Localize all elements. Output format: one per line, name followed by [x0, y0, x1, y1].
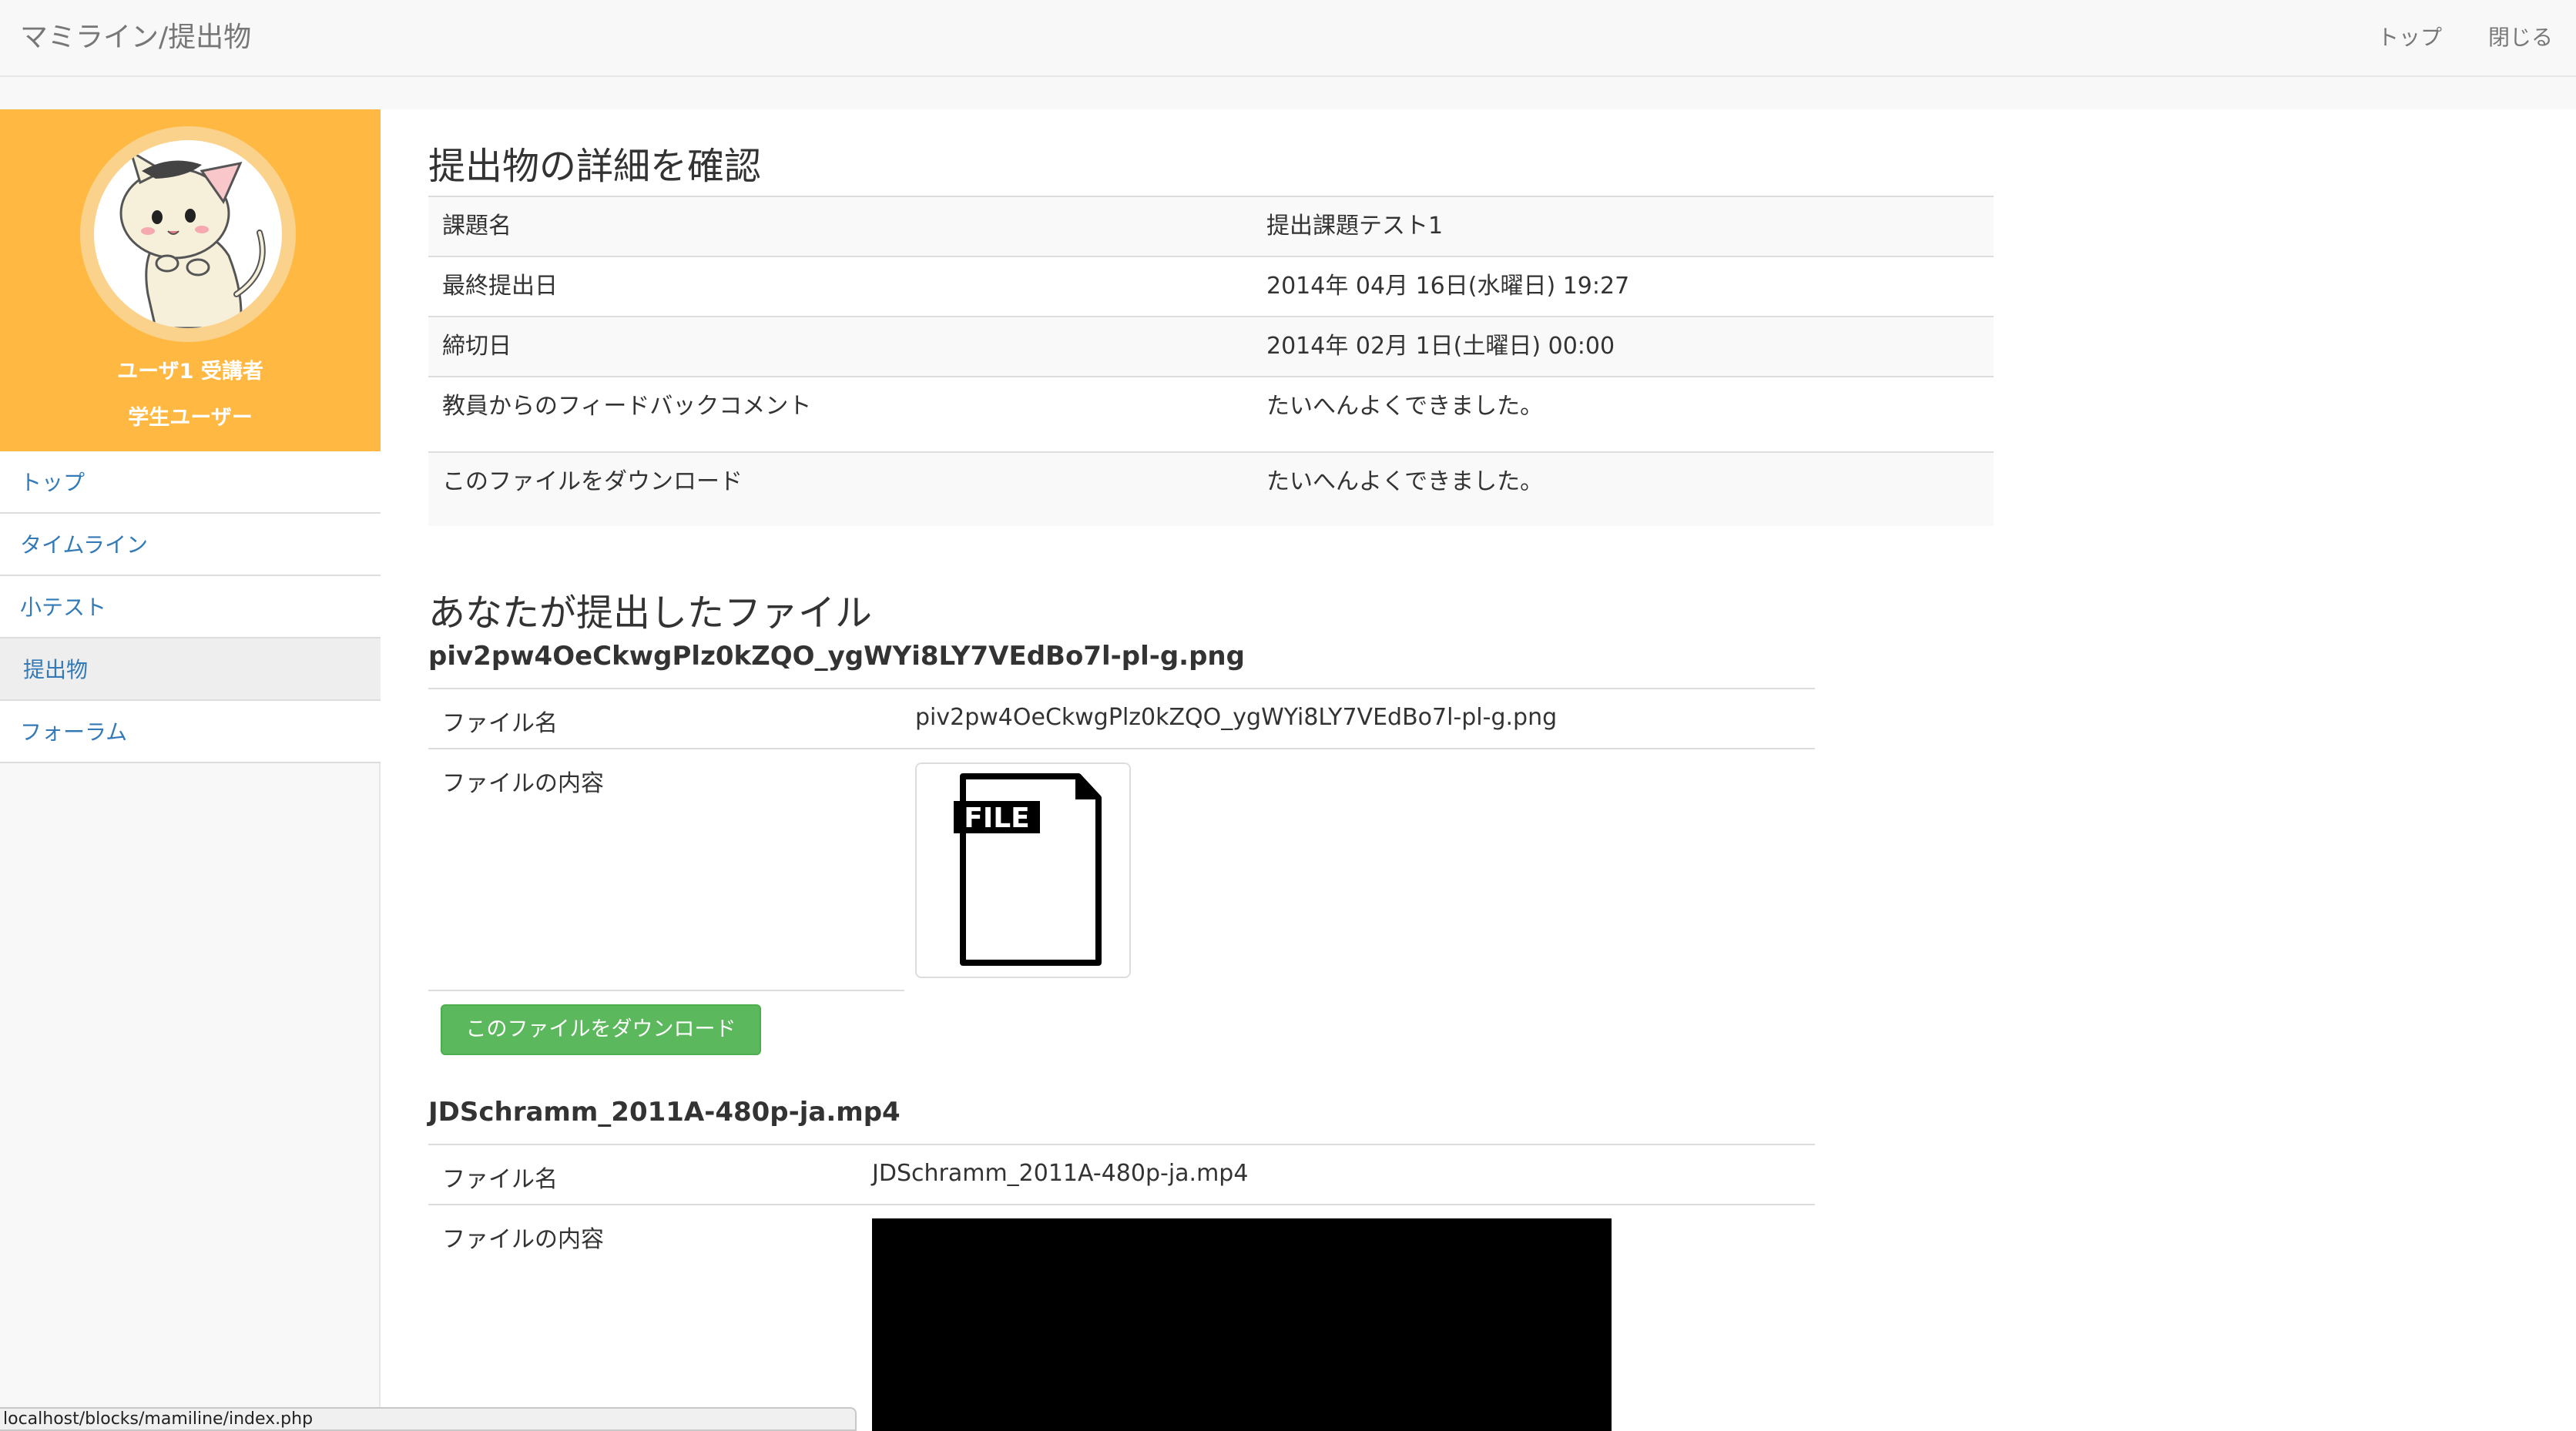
file-name-value: JDSchramm_2011A-480p-ja.mp4: [872, 1160, 1249, 1187]
details-table: 課題名 提出課題テスト1 最終提出日 2014年 04月 16日(水曜日) 19…: [428, 196, 1994, 526]
nav-link-top[interactable]: トップ: [2377, 0, 2442, 75]
file-name-label: ファイル名: [442, 710, 558, 737]
sidebar-item-submissions[interactable]: 提出物: [0, 638, 381, 701]
file-content-label: ファイルの内容: [442, 770, 604, 797]
table-row: 締切日 2014年 02月 1日(土曜日) 00:00: [428, 316, 1994, 377]
table-row: このファイルをダウンロード たいへんよくできました。: [428, 451, 1994, 526]
feedback-comment: たいへんよくできました。: [1253, 376, 1994, 452]
table-row: 課題名 提出課題テスト1: [428, 196, 1994, 256]
header-gutter: [0, 77, 2576, 109]
user-role: 学生ユーザー: [128, 406, 253, 430]
sidebar-item-top[interactable]: トップ: [0, 451, 381, 514]
divider: [428, 1144, 1815, 1145]
file-name-label: ファイル名: [442, 1166, 558, 1193]
sidebar: ユーザ1 受講者 学生ユーザー トップ タイムライン 小テスト 提出物 フォーラ…: [0, 109, 381, 1431]
file-name-value: piv2pw4OeCkwgPlz0kZQO_ygWYi8LY7VEdBo7l-p…: [915, 704, 1558, 731]
table-row: 最終提出日 2014年 04月 16日(水曜日) 19:27: [428, 256, 1994, 317]
files-title: あなたが提出したファイル: [428, 592, 873, 635]
user-name: ユーザ1 受講者: [117, 360, 263, 384]
file-heading: JDSchramm_2011A-480p-ja.mp4: [428, 1097, 901, 1128]
divider: [428, 748, 1815, 749]
divider: [428, 688, 1815, 689]
sidebar-item-forum[interactable]: フォーラム: [0, 701, 381, 763]
file-icon-label: FILE: [964, 803, 1030, 834]
sidebar-menu: トップ タイムライン 小テスト 提出物 フォーラム: [0, 451, 381, 763]
divider: [428, 990, 904, 991]
detail-label: 最終提出日: [428, 256, 1253, 317]
divider: [428, 1204, 1815, 1205]
sidebar-item-quiz[interactable]: 小テスト: [0, 576, 381, 638]
app-brand[interactable]: マミライン/提出物: [20, 0, 251, 75]
profile-panel: ユーザ1 受講者 学生ユーザー: [0, 109, 381, 451]
file-thumbnail[interactable]: FILE: [915, 762, 1131, 978]
file-heading: piv2pw4OeCkwgPlz0kZQO_ygWYi8LY7VEdBo7l-p…: [428, 641, 1245, 672]
detail-value: 2014年 04月 16日(水曜日) 19:27: [1253, 256, 1994, 317]
detail-label: 教員からのフィードバックコメント: [428, 376, 1253, 452]
browser-status-bar: localhost/blocks/mamiline/index.php: [0, 1407, 857, 1431]
video-player[interactable]: [872, 1218, 1612, 1431]
sidebar-item-timeline[interactable]: タイムライン: [0, 514, 381, 576]
table-row: 教員からのフィードバックコメント たいへんよくできました。: [428, 376, 1994, 452]
download-file-button[interactable]: このファイルをダウンロード: [441, 1004, 761, 1055]
detail-value: 提出課題テスト1: [1253, 196, 1994, 256]
detail-value: 2014年 02月 1日(土曜日) 00:00: [1253, 316, 1994, 377]
detail-value: たいへんよくできました。: [1253, 451, 1994, 526]
avatar: [80, 126, 296, 342]
detail-label[interactable]: このファイルをダウンロード: [428, 451, 1253, 526]
detail-label: 課題名: [428, 196, 1253, 256]
file-icon: FILE: [954, 773, 1102, 966]
file-content-label: ファイルの内容: [442, 1226, 604, 1253]
cat-avatar-icon: [94, 140, 282, 328]
top-navbar: マミライン/提出物 トップ 閉じる: [0, 0, 2576, 77]
details-title: 提出物の詳細を確認: [428, 145, 762, 188]
detail-label: 締切日: [428, 316, 1253, 377]
nav-link-close[interactable]: 閉じる: [2488, 0, 2553, 75]
